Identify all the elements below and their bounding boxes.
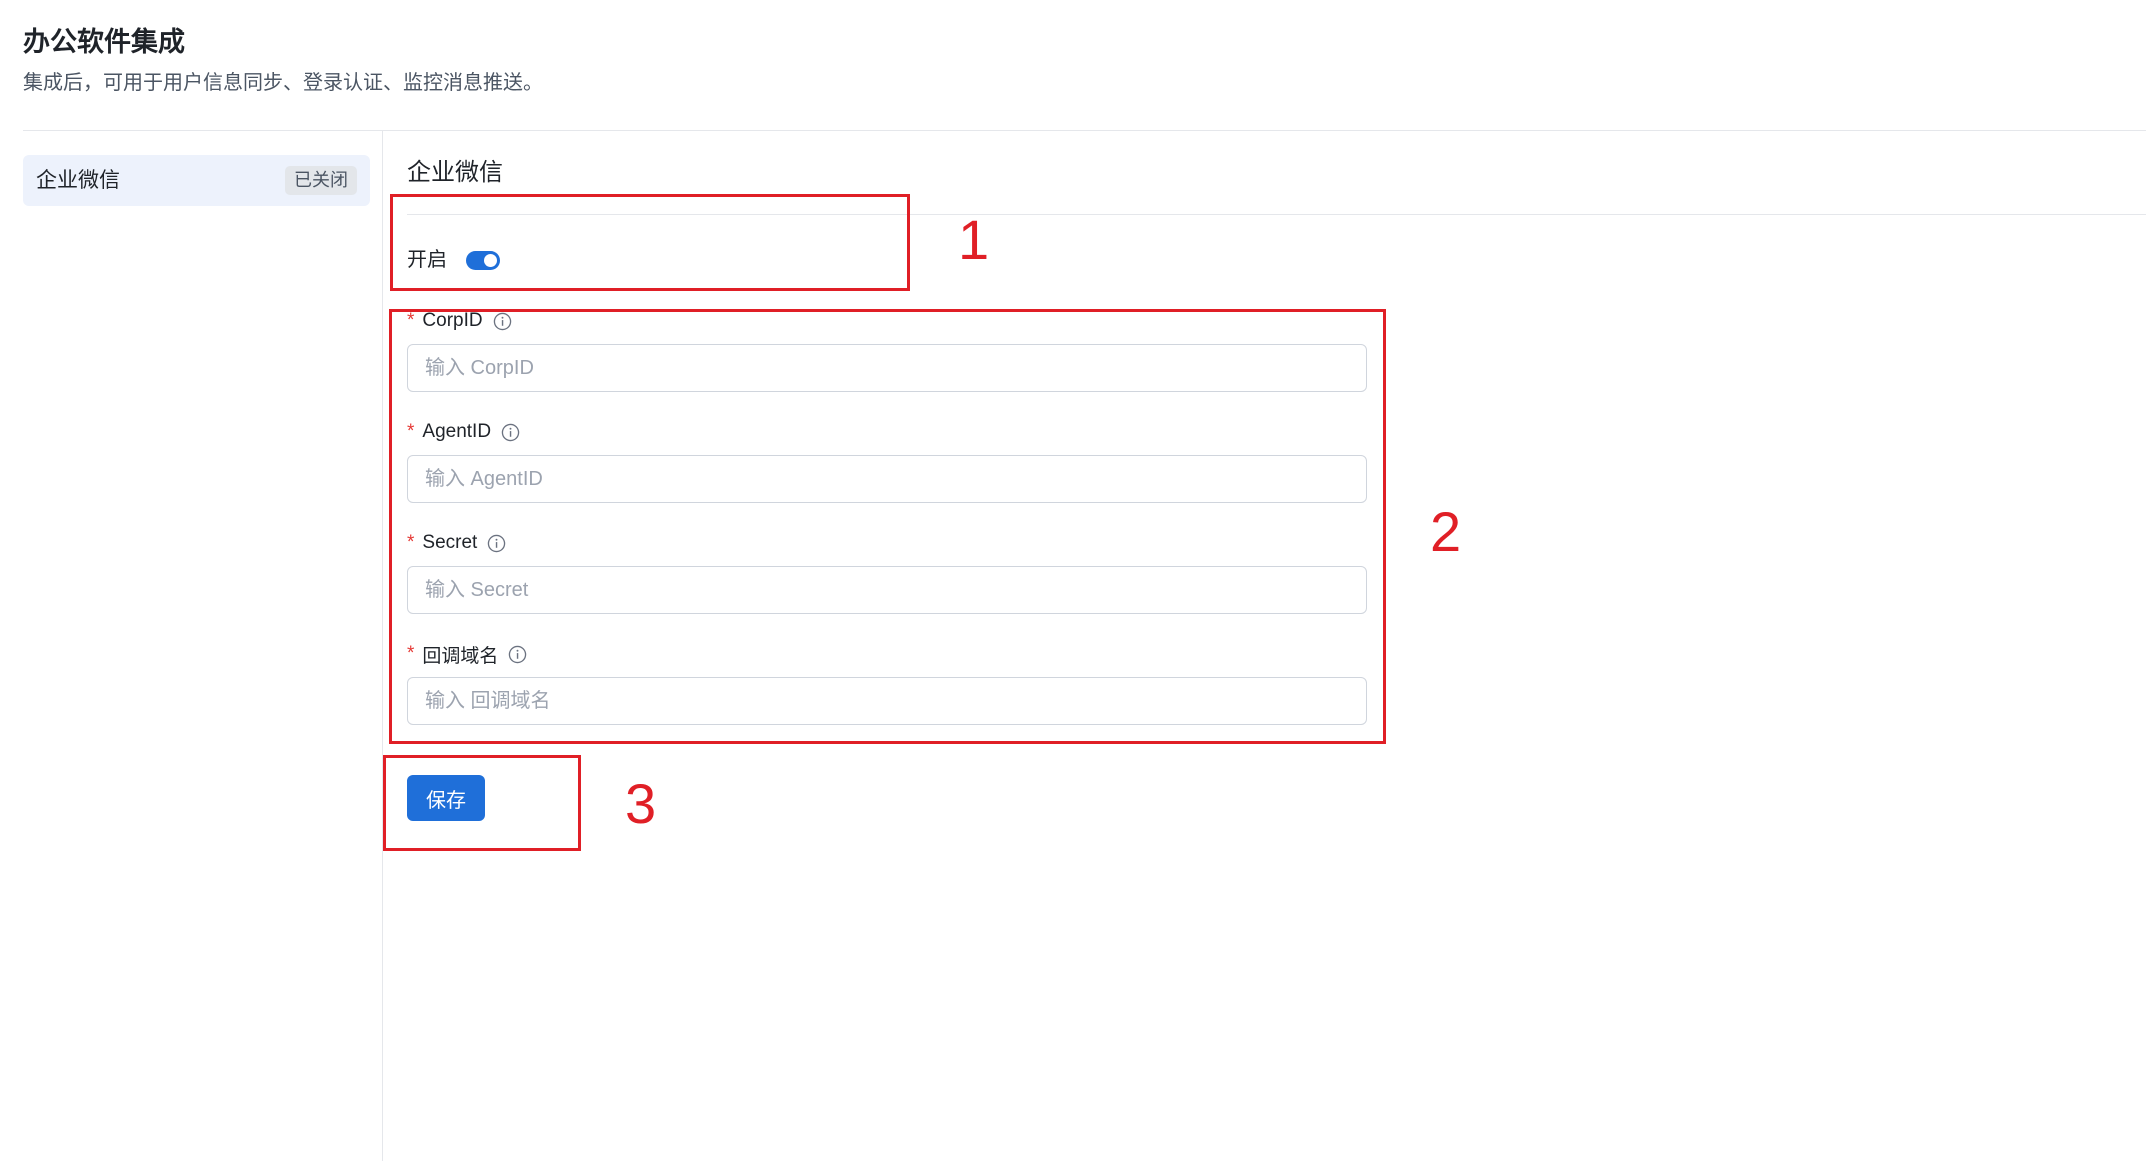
section-title: 企业微信 — [407, 159, 503, 186]
page-title: 办公软件集成 — [23, 27, 185, 57]
annotation-number-1: 1 — [958, 208, 990, 271]
annotation-box-2 — [389, 309, 1386, 744]
sidebar-item-label: 企业微信 — [36, 169, 120, 192]
annotation-number-2: 2 — [1430, 500, 1462, 563]
page-description: 集成后，可用于用户信息同步、登录认证、监控消息推送。 — [23, 72, 543, 94]
annotation-number-3: 3 — [625, 772, 657, 835]
sidebar-divider — [382, 131, 383, 1161]
header-divider — [23, 130, 2146, 131]
status-badge: 已关闭 — [285, 166, 357, 195]
annotation-box-1 — [390, 194, 910, 291]
annotation-box-3 — [383, 755, 581, 851]
sidebar-item-wecom[interactable]: 企业微信 已关闭 — [23, 155, 370, 206]
page: 办公软件集成 集成后，可用于用户信息同步、登录认证、监控消息推送。 企业微信 已… — [0, 0, 2146, 1161]
